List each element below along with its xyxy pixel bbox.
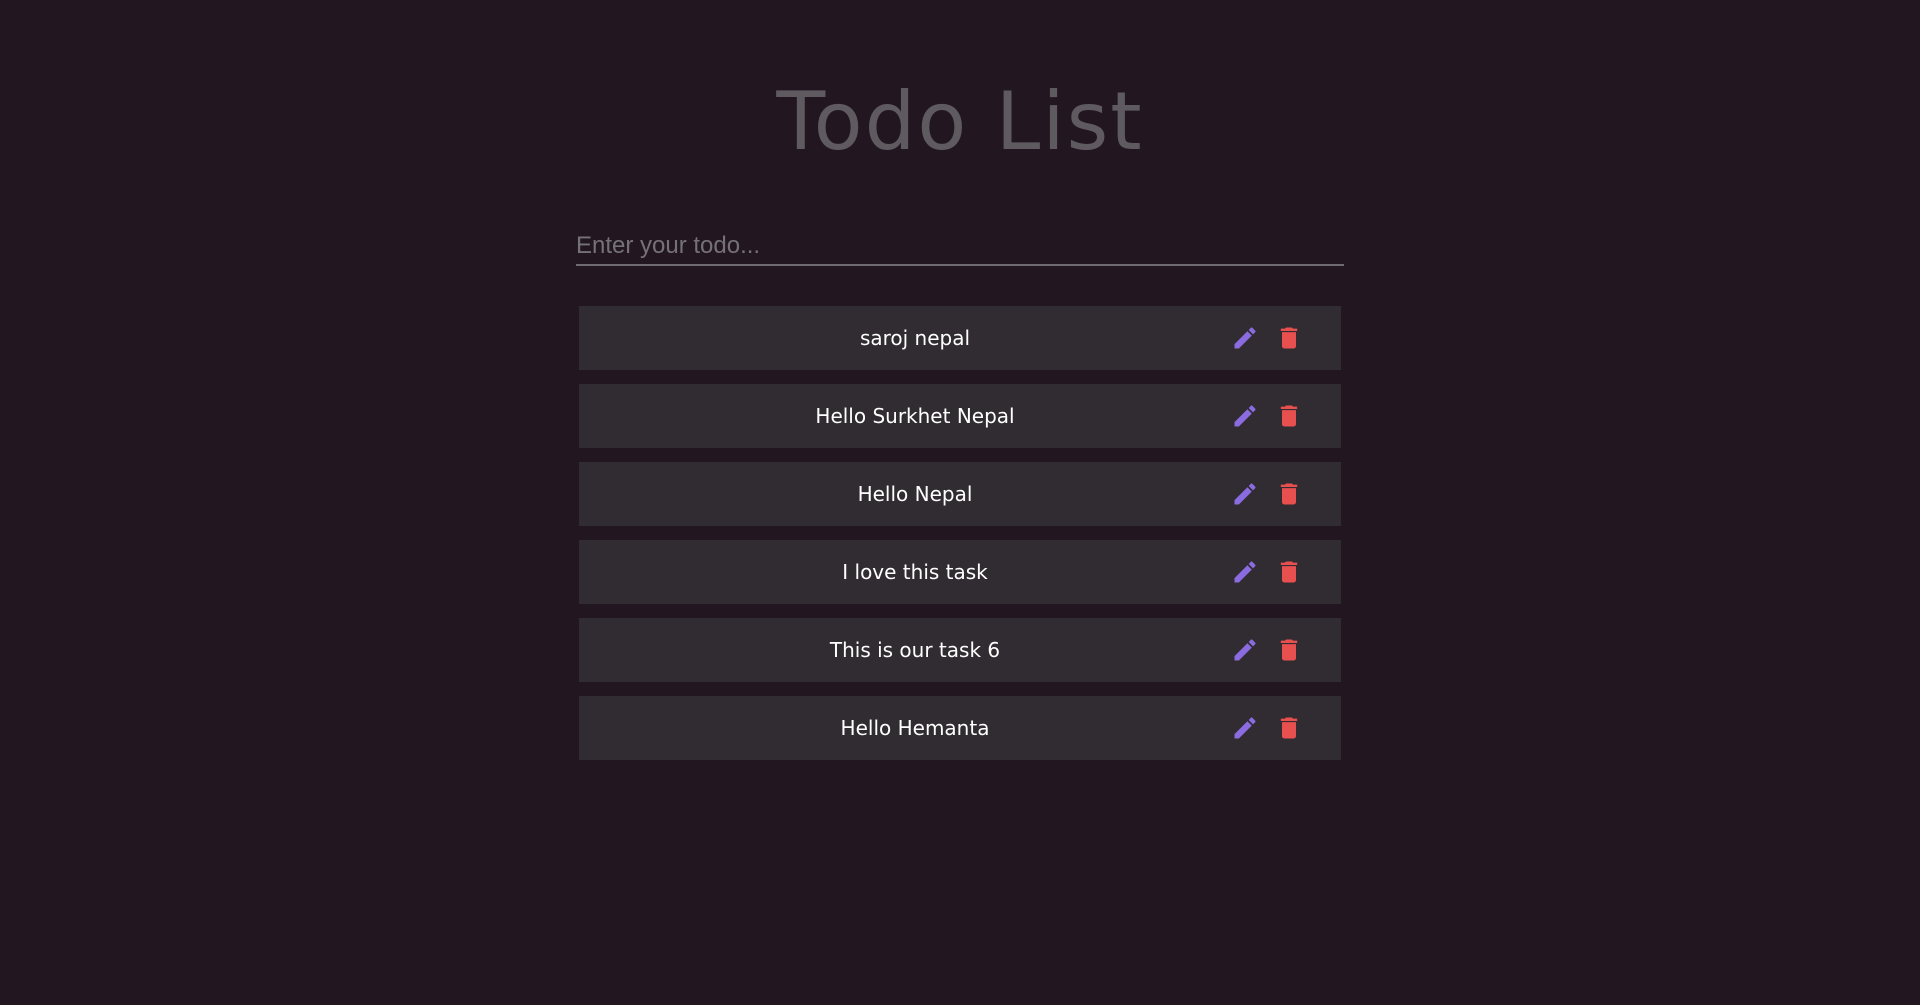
todo-text: This is our task 6 [829, 638, 1001, 662]
todo-item: Hello Surkhet Nepal [579, 384, 1341, 448]
todo-text: Hello Surkhet Nepal [815, 404, 1015, 428]
delete-button[interactable] [1275, 324, 1303, 352]
pencil-icon [1231, 714, 1259, 742]
pencil-icon [1231, 480, 1259, 508]
delete-button[interactable] [1275, 714, 1303, 742]
todo-input[interactable] [576, 232, 1344, 266]
delete-button[interactable] [1275, 402, 1303, 430]
delete-button[interactable] [1275, 480, 1303, 508]
trash-icon [1275, 480, 1303, 508]
edit-button[interactable] [1231, 636, 1259, 664]
todo-text: saroj nepal [859, 326, 971, 350]
edit-button[interactable] [1231, 714, 1259, 742]
todo-item: I love this task [579, 540, 1341, 604]
todo-item: This is our task 6 [579, 618, 1341, 682]
trash-icon [1275, 714, 1303, 742]
trash-icon [1275, 324, 1303, 352]
delete-button[interactable] [1275, 636, 1303, 664]
pencil-icon [1231, 636, 1259, 664]
pencil-icon [1231, 402, 1259, 430]
trash-icon [1275, 636, 1303, 664]
todo-text: Hello Nepal [857, 482, 973, 506]
todo-app: Todo List saroj nepal Hello Surkhet Nepa… [0, 0, 1920, 1005]
page-title: Todo List [776, 75, 1144, 168]
edit-button[interactable] [1231, 558, 1259, 586]
edit-button[interactable] [1231, 480, 1259, 508]
todo-text: I love this task [842, 560, 988, 584]
todo-list: saroj nepal Hello Surkhet Nepal Hello Ne… [579, 306, 1341, 774]
edit-button[interactable] [1231, 402, 1259, 430]
pencil-icon [1231, 558, 1259, 586]
todo-item: saroj nepal [579, 306, 1341, 370]
trash-icon [1275, 558, 1303, 586]
todo-text: Hello Hemanta [840, 716, 990, 740]
pencil-icon [1231, 324, 1259, 352]
todo-item: Hello Nepal [579, 462, 1341, 526]
edit-button[interactable] [1231, 324, 1259, 352]
todo-item: Hello Hemanta [579, 696, 1341, 760]
trash-icon [1275, 402, 1303, 430]
delete-button[interactable] [1275, 558, 1303, 586]
